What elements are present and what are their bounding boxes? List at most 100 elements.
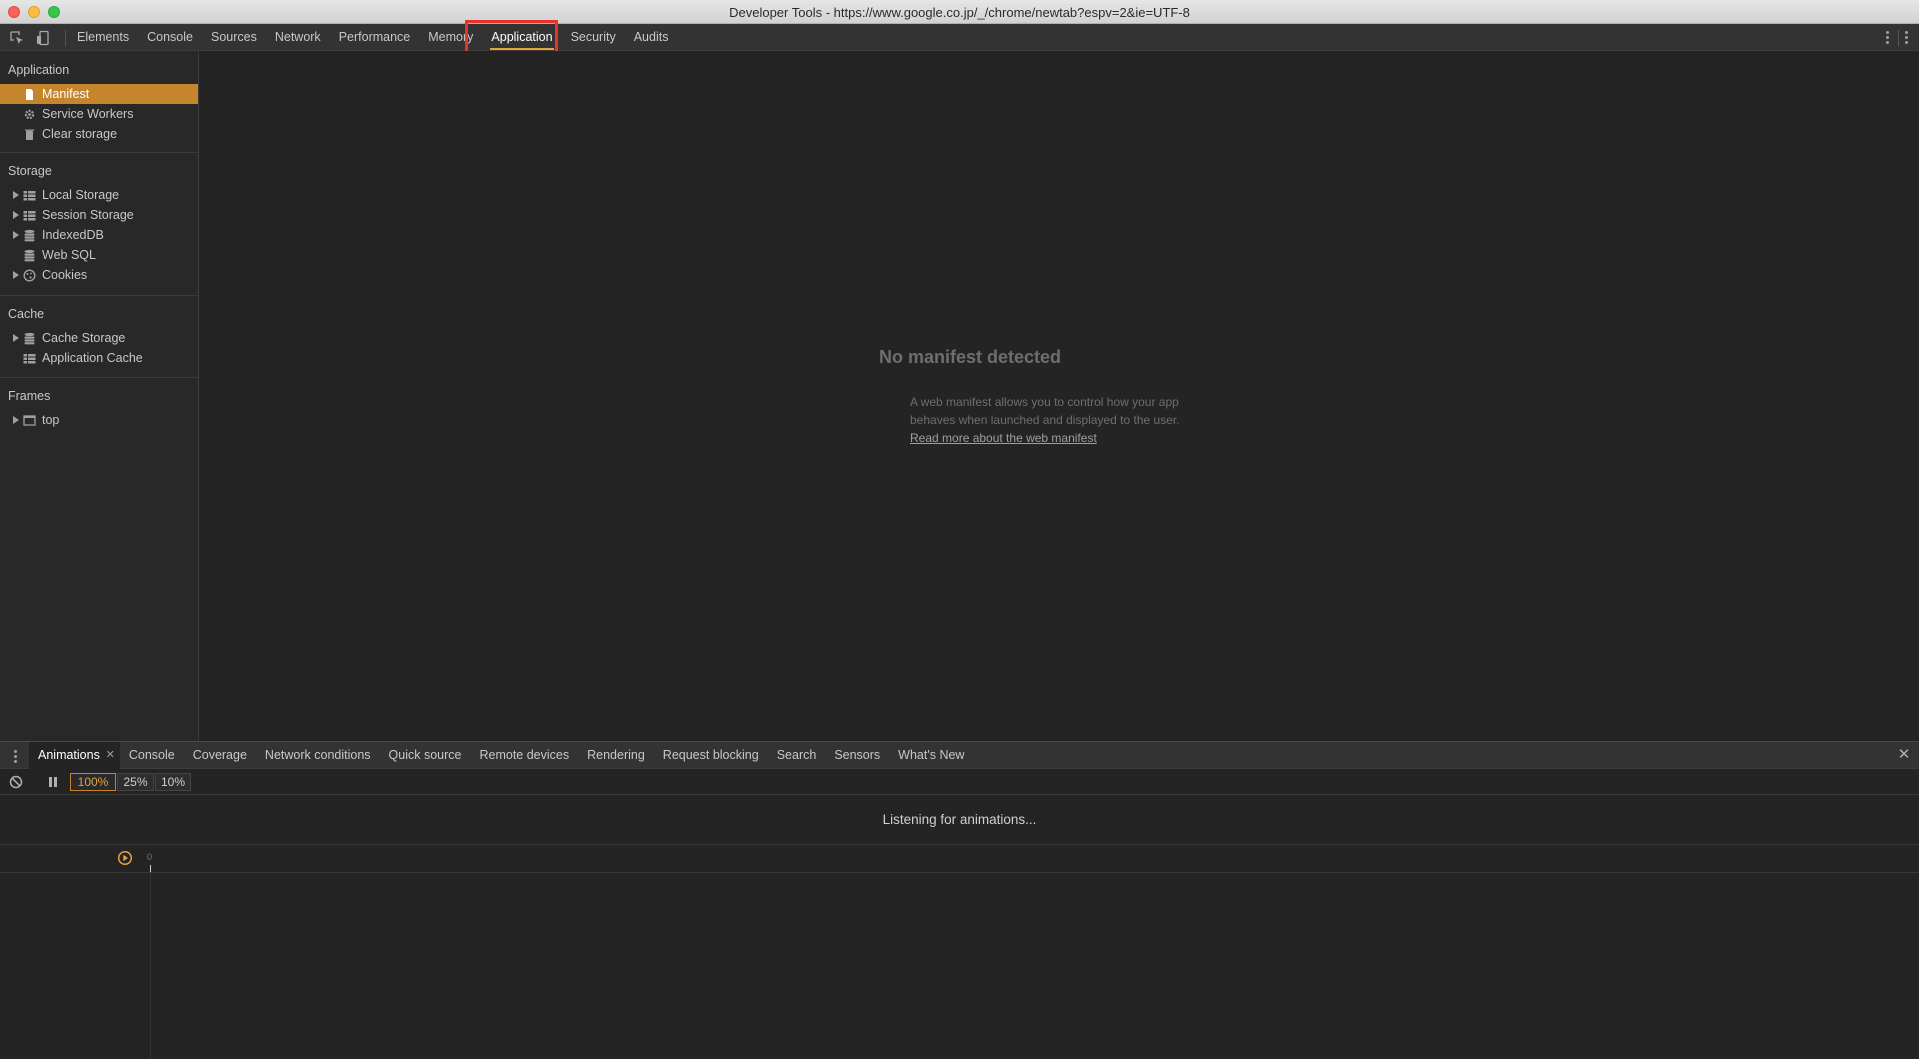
inspect-element-icon[interactable] xyxy=(9,30,25,46)
drawer-tab-whats-new[interactable]: What's New xyxy=(889,742,973,769)
sidebar-item-label: Session Storage xyxy=(42,208,134,222)
speed-25-button[interactable]: 25% xyxy=(117,773,154,791)
close-tab-icon[interactable]: ✕ xyxy=(106,742,115,769)
speed-100-button[interactable]: 100% xyxy=(70,773,116,791)
toolbar-separator xyxy=(65,30,66,46)
database-icon xyxy=(24,229,35,242)
tab-security[interactable]: Security xyxy=(562,24,625,51)
tab-audits[interactable]: Audits xyxy=(625,24,678,51)
empty-state-description: A web manifest allows you to control how… xyxy=(910,393,1210,447)
drawer-tab-request-blocking[interactable]: Request blocking xyxy=(654,742,768,769)
gear-icon xyxy=(24,109,35,120)
drawer-tabs: Animations ✕ Console Coverage Network co… xyxy=(29,742,973,769)
manifest-panel: No manifest detected A web manifest allo… xyxy=(200,51,1919,741)
animations-toolbar: 100% 25% 10% xyxy=(0,769,1919,795)
sidebar-item-session-storage[interactable]: Session Storage xyxy=(0,205,198,225)
tab-console[interactable]: Console xyxy=(138,24,202,51)
timeline-header-border xyxy=(0,844,1919,845)
drawer-tab-rendering[interactable]: Rendering xyxy=(578,742,654,769)
device-toolbar-icon[interactable] xyxy=(35,30,51,46)
expand-arrow-icon[interactable] xyxy=(13,271,19,279)
drawer-tab-label: Animations xyxy=(38,748,100,762)
sidebar-item-cache-storage[interactable]: Cache Storage xyxy=(0,328,198,348)
more-tabs-icon[interactable] xyxy=(1886,31,1889,45)
pause-icon[interactable] xyxy=(47,776,59,788)
expand-arrow-icon[interactable] xyxy=(13,416,19,424)
file-icon xyxy=(26,89,33,100)
timeline-tick-label: 0 xyxy=(147,852,153,862)
sidebar-item-application-cache[interactable]: Application Cache xyxy=(0,348,198,368)
speed-10-button[interactable]: 10% xyxy=(155,773,191,791)
sidebar-item-label: Cache Storage xyxy=(42,331,126,345)
section-title-application: Application xyxy=(8,63,70,77)
window-title: Developer Tools - https://www.google.co.… xyxy=(729,5,1190,20)
database-icon xyxy=(24,249,35,262)
tab-sources[interactable]: Sources xyxy=(202,24,266,51)
grid-icon xyxy=(23,211,36,221)
application-sidebar: Application Manifest Service Workers Cle… xyxy=(0,51,199,741)
listening-status: Listening for animations... xyxy=(882,812,1037,827)
tab-network[interactable]: Network xyxy=(266,24,330,51)
sidebar-item-label: Clear storage xyxy=(42,127,118,141)
cookie-icon xyxy=(23,269,36,282)
sidebar-item-label: Web SQL xyxy=(42,248,96,262)
timeline-grid-border xyxy=(0,872,1919,873)
drawer-tab-coverage[interactable]: Coverage xyxy=(184,742,256,769)
main-toolbar: Elements Console Sources Network Perform… xyxy=(0,24,1919,51)
toolbar-separator-right xyxy=(1898,30,1899,46)
drawer-tab-animations[interactable]: Animations ✕ xyxy=(29,742,120,769)
section-divider xyxy=(0,295,198,296)
close-drawer-icon[interactable]: ✕ xyxy=(1896,747,1912,763)
section-title-storage: Storage xyxy=(8,164,52,178)
section-title-cache: Cache xyxy=(8,307,45,321)
tab-performance[interactable]: Performance xyxy=(330,24,420,51)
drawer-tab-search[interactable]: Search xyxy=(768,742,826,769)
empty-state-title: No manifest detected xyxy=(878,347,1062,367)
read-more-link[interactable]: Read more about the web manifest xyxy=(910,431,1097,445)
drawer-tab-sensors[interactable]: Sensors xyxy=(825,742,889,769)
sidebar-item-cookies[interactable]: Cookies xyxy=(0,265,198,285)
sidebar-item-label: Manifest xyxy=(42,87,90,101)
tab-elements[interactable]: Elements xyxy=(68,24,138,51)
sidebar-item-web-sql[interactable]: Web SQL xyxy=(0,245,198,265)
sidebar-item-clear-storage[interactable]: Clear storage xyxy=(0,124,198,144)
section-divider xyxy=(0,377,198,378)
more-options-icon[interactable] xyxy=(1905,31,1908,45)
drawer-menu-icon[interactable] xyxy=(14,750,17,764)
sidebar-item-label: Cookies xyxy=(42,268,88,282)
drawer-panel: Animations ✕ Console Coverage Network co… xyxy=(0,741,1919,1059)
expand-arrow-icon[interactable] xyxy=(13,231,19,239)
expand-arrow-icon[interactable] xyxy=(13,211,19,219)
sidebar-item-label: Application Cache xyxy=(42,351,143,365)
expand-arrow-icon[interactable] xyxy=(13,191,19,199)
sidebar-item-manifest[interactable]: Manifest xyxy=(0,84,198,104)
tab-application[interactable]: Application xyxy=(482,24,561,51)
section-divider xyxy=(0,152,198,153)
trash-icon xyxy=(25,129,34,140)
drawer-tab-console[interactable]: Console xyxy=(120,742,184,769)
drawer-tabbar: Animations ✕ Console Coverage Network co… xyxy=(0,742,1919,769)
drawer-tab-quick-source[interactable]: Quick source xyxy=(380,742,471,769)
sidebar-item-label: Service Workers xyxy=(42,107,134,121)
replay-timeline-icon[interactable] xyxy=(117,850,133,866)
section-title-frames: Frames xyxy=(8,389,51,403)
sidebar-item-label: IndexedDB xyxy=(42,228,104,242)
sidebar-item-label: top xyxy=(42,413,60,427)
sidebar-item-indexeddb[interactable]: IndexedDB xyxy=(0,225,198,245)
sidebar-item-local-storage[interactable]: Local Storage xyxy=(0,185,198,205)
drawer-tab-network-conditions[interactable]: Network conditions xyxy=(256,742,380,769)
clear-all-icon[interactable] xyxy=(9,775,23,789)
sidebar-item-frame-top[interactable]: top xyxy=(0,410,198,430)
drawer-tab-remote-devices[interactable]: Remote devices xyxy=(470,742,578,769)
sidebar-item-label: Local Storage xyxy=(42,188,120,202)
database-icon xyxy=(24,332,35,345)
empty-state-text: A web manifest allows you to control how… xyxy=(910,395,1180,427)
sidebar-item-service-workers[interactable]: Service Workers xyxy=(0,104,198,124)
grid-icon xyxy=(23,191,36,201)
frame-icon xyxy=(23,415,36,426)
tab-memory[interactable]: Memory xyxy=(419,24,482,51)
window-titlebar: Developer Tools - https://www.google.co.… xyxy=(0,0,1919,24)
expand-arrow-icon[interactable] xyxy=(13,334,19,342)
timeline-gridline xyxy=(150,873,151,1059)
panel-tabs: Elements Console Sources Network Perform… xyxy=(68,24,677,51)
